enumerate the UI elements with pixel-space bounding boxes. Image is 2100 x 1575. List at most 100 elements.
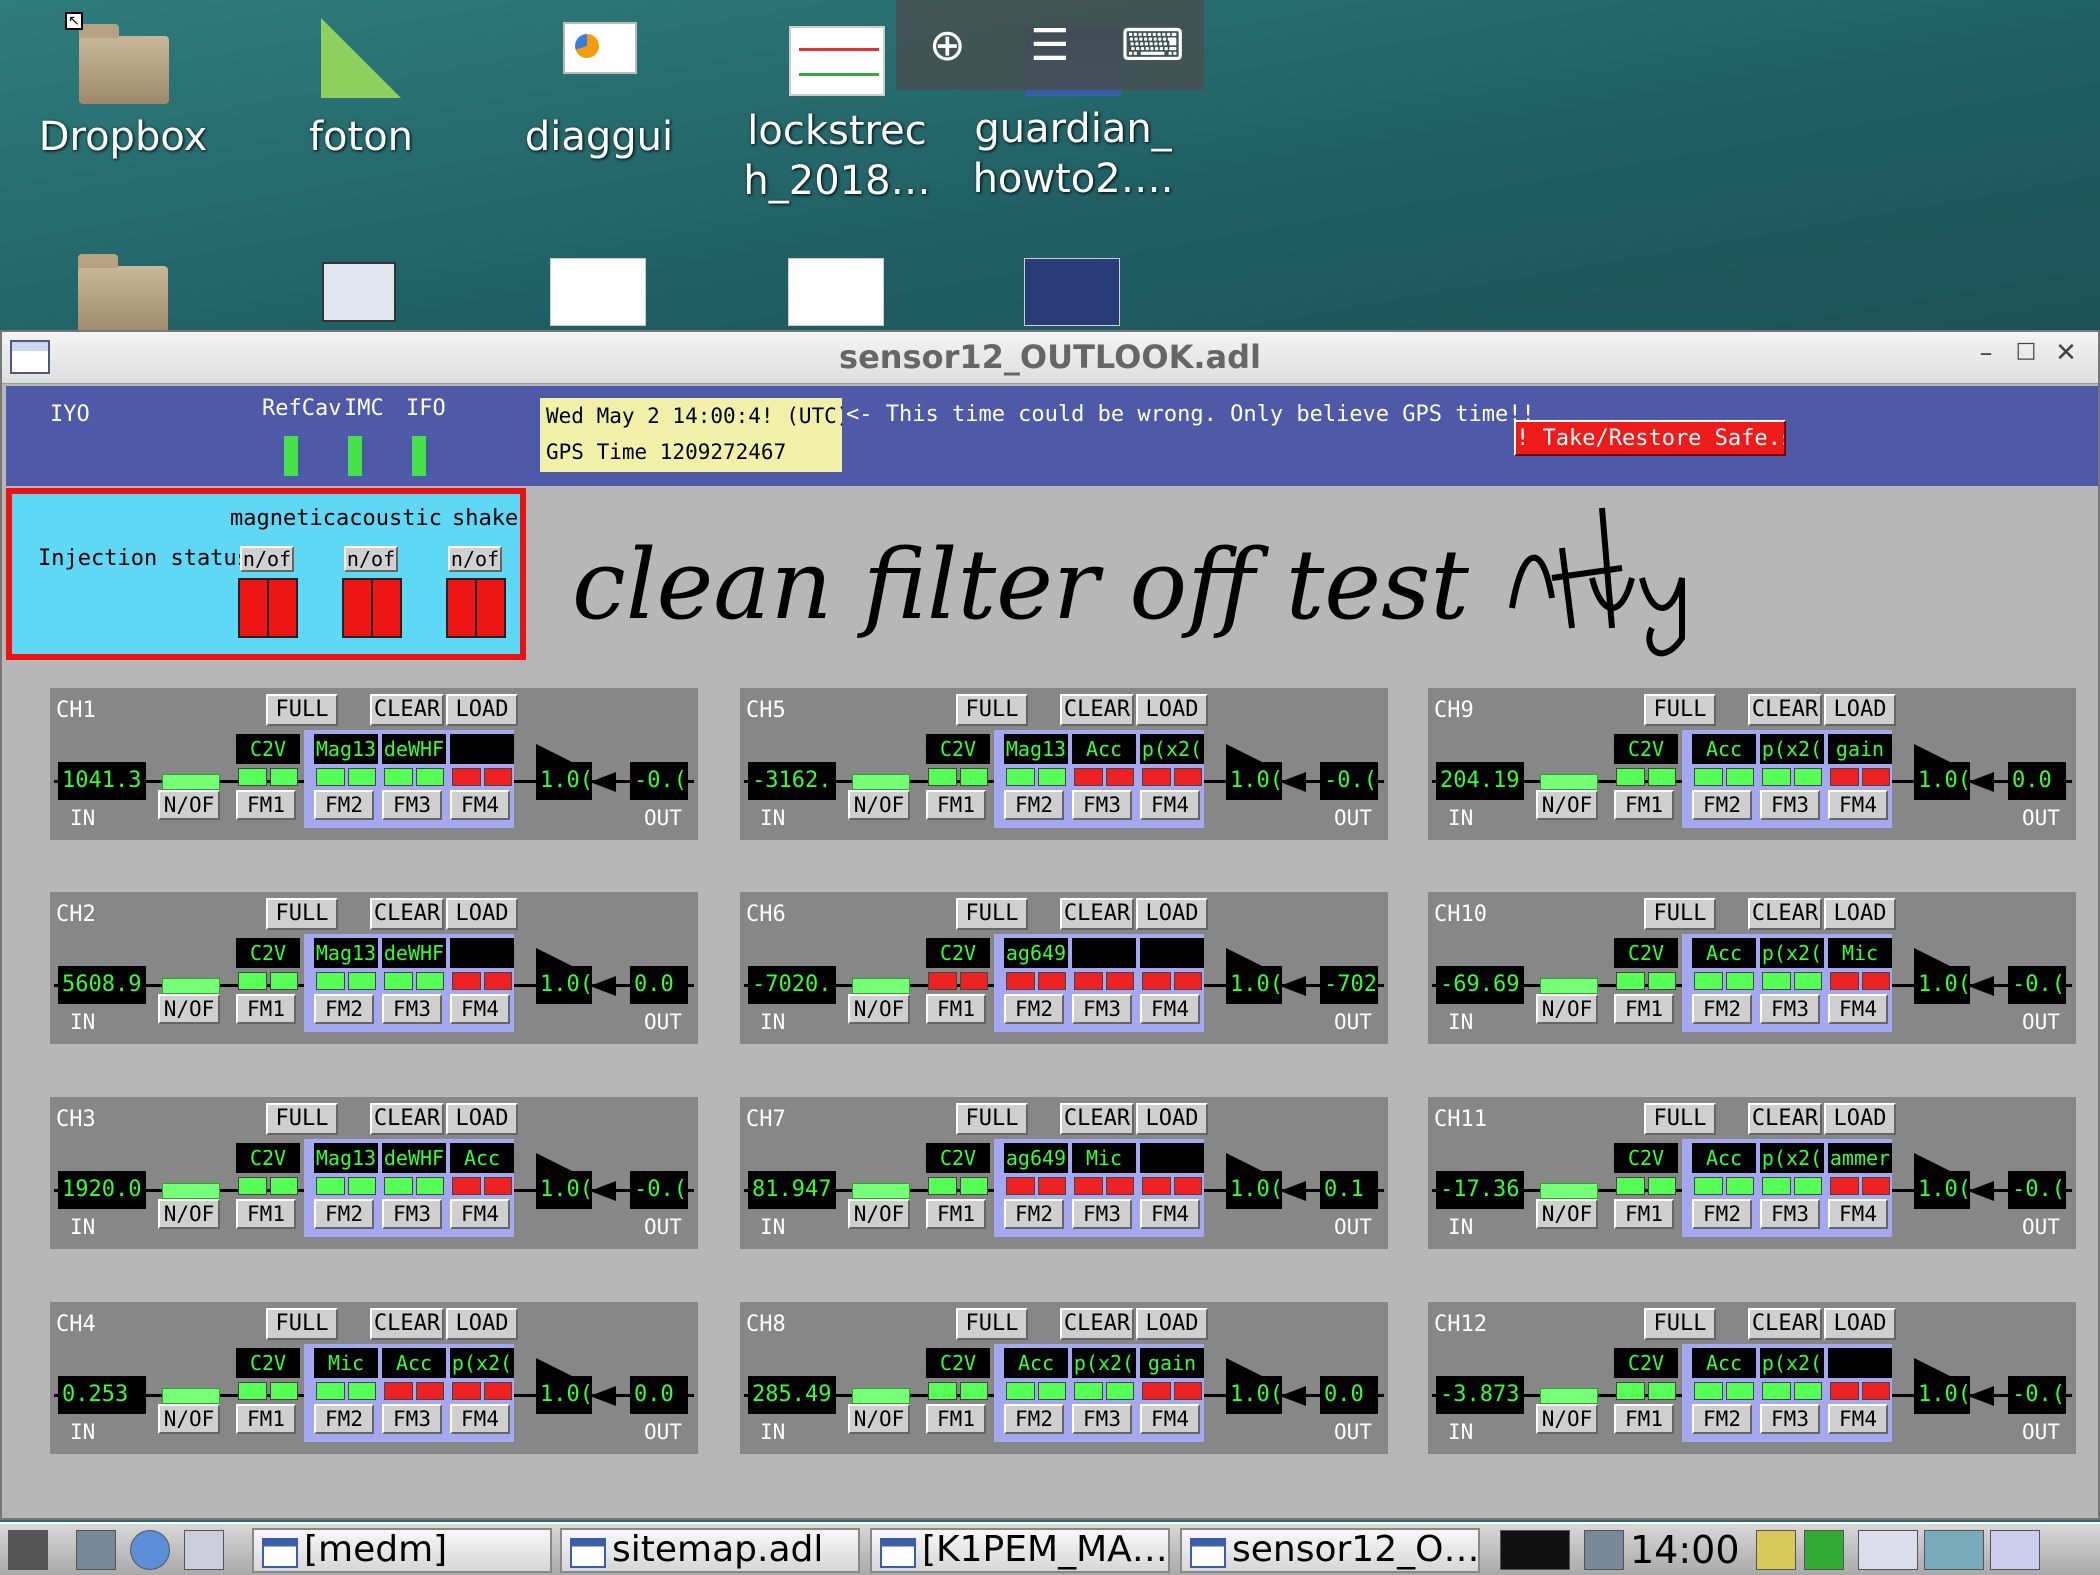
nof-button[interactable]: N/OF (158, 1404, 220, 1434)
taskbar-item-medm[interactable]: [medm] (252, 1528, 552, 1573)
full-button[interactable]: FULL (266, 1103, 338, 1135)
fm1-button[interactable]: FM1 (1614, 1199, 1674, 1229)
fm1-button[interactable]: FM1 (926, 994, 986, 1024)
network-icon[interactable] (1584, 1530, 1624, 1570)
load-button[interactable]: LOAD (446, 694, 518, 726)
window-titlebar[interactable]: sensor12_OUTLOOK.adl – □ ✕ (2, 332, 2098, 384)
full-button[interactable]: FULL (266, 694, 338, 726)
fm1-button[interactable]: FM1 (926, 1404, 986, 1434)
nof-button[interactable]: N/OF (1536, 994, 1598, 1024)
fm1-button[interactable]: FM1 (1614, 1404, 1674, 1434)
full-button[interactable]: FULL (1644, 1308, 1716, 1340)
menu-icon[interactable]: ☰ (1010, 20, 1090, 71)
load-button[interactable]: LOAD (1136, 1103, 1208, 1135)
fm2-button[interactable]: FM2 (1004, 1404, 1064, 1434)
nof-button[interactable]: N/OF (848, 790, 910, 820)
fm1-button[interactable]: FM1 (926, 1199, 986, 1229)
image-thumbnail-icon[interactable] (788, 258, 884, 326)
full-button[interactable]: FULL (956, 1308, 1028, 1340)
nof-button[interactable]: N/OF (158, 994, 220, 1024)
full-button[interactable]: FULL (956, 694, 1028, 726)
file-manager-icon[interactable] (76, 1530, 116, 1570)
full-button[interactable]: FULL (266, 1308, 338, 1340)
fm1-button[interactable]: FM1 (236, 1199, 296, 1229)
shake-nof-button[interactable]: n/of (448, 546, 502, 572)
fm4-button[interactable]: FM4 (1828, 994, 1888, 1024)
load-button[interactable]: LOAD (1824, 898, 1896, 930)
clear-button[interactable]: CLEAR (1748, 694, 1822, 726)
magnetic-nof-button[interactable]: n/of (240, 546, 294, 572)
fm3-button[interactable]: FM3 (1760, 1199, 1820, 1229)
image-thumbnail-icon[interactable] (550, 258, 646, 326)
browser-icon[interactable] (130, 1530, 170, 1570)
clear-button[interactable]: CLEAR (1748, 1103, 1822, 1135)
clear-button[interactable]: CLEAR (1060, 1103, 1134, 1135)
fm4-button[interactable]: FM4 (450, 1199, 510, 1229)
window-app-icon[interactable] (10, 340, 50, 374)
fm4-button[interactable]: FM4 (450, 790, 510, 820)
desktop-icon-dropbox[interactable]: ↖ Dropbox (18, 12, 228, 162)
logout-icon[interactable] (1804, 1530, 1844, 1570)
nof-button[interactable]: N/OF (1536, 790, 1598, 820)
fm3-button[interactable]: FM3 (1760, 1404, 1820, 1434)
desktop-icon[interactable] (184, 1530, 224, 1570)
fm3-button[interactable]: FM3 (1072, 1404, 1132, 1434)
fm2-button[interactable]: FM2 (1692, 994, 1752, 1024)
fm3-button[interactable]: FM3 (382, 790, 442, 820)
fm3-button[interactable]: FM3 (382, 1199, 442, 1229)
load-button[interactable]: LOAD (446, 1308, 518, 1340)
clear-button[interactable]: CLEAR (1748, 1308, 1822, 1340)
load-button[interactable]: LOAD (446, 898, 518, 930)
fm1-button[interactable]: FM1 (1614, 994, 1674, 1024)
folder-icon[interactable] (78, 254, 168, 334)
system-monitor-icon[interactable] (1990, 1530, 2040, 1570)
minimize-icon[interactable]: – (1966, 338, 2006, 368)
fm3-button[interactable]: FM3 (382, 994, 442, 1024)
fm2-button[interactable]: FM2 (1004, 994, 1064, 1024)
fm4-button[interactable]: FM4 (450, 994, 510, 1024)
load-button[interactable]: LOAD (446, 1103, 518, 1135)
clear-button[interactable]: CLEAR (370, 1103, 444, 1135)
fm3-button[interactable]: FM3 (1760, 994, 1820, 1024)
fm2-button[interactable]: FM2 (1692, 790, 1752, 820)
fm2-button[interactable]: FM2 (1004, 1199, 1064, 1229)
fm2-button[interactable]: FM2 (314, 994, 374, 1024)
fm1-button[interactable]: FM1 (926, 790, 986, 820)
fm2-button[interactable]: FM2 (1004, 790, 1064, 820)
fm3-button[interactable]: FM3 (1072, 790, 1132, 820)
nof-button[interactable]: N/OF (848, 994, 910, 1024)
nof-button[interactable]: N/OF (848, 1199, 910, 1229)
notification-icon[interactable] (1756, 1530, 1796, 1570)
workspace-2-icon[interactable] (1924, 1530, 1984, 1570)
full-button[interactable]: FULL (1644, 898, 1716, 930)
load-button[interactable]: LOAD (1824, 1103, 1896, 1135)
load-button[interactable]: LOAD (1824, 694, 1896, 726)
maximize-icon[interactable]: □ (2006, 338, 2046, 363)
fm4-button[interactable]: FM4 (1140, 790, 1200, 820)
fm4-button[interactable]: FM4 (1828, 790, 1888, 820)
clear-button[interactable]: CLEAR (370, 694, 444, 726)
fm2-button[interactable]: FM2 (314, 790, 374, 820)
clear-button[interactable]: CLEAR (1060, 898, 1134, 930)
fm2-button[interactable]: FM2 (1692, 1199, 1752, 1229)
terminal-icon[interactable] (322, 262, 396, 322)
taskbar-item-sensor12[interactable]: sensor12_O… (1180, 1528, 1480, 1573)
fm4-button[interactable]: FM4 (1140, 994, 1200, 1024)
load-button[interactable]: LOAD (1136, 898, 1208, 930)
desktop-icon-foton[interactable]: foton (256, 18, 466, 162)
full-button[interactable]: FULL (1644, 694, 1716, 726)
zoom-icon[interactable]: ⊕ (907, 20, 987, 71)
load-button[interactable]: LOAD (1136, 694, 1208, 726)
fm4-button[interactable]: FM4 (1828, 1199, 1888, 1229)
fm4-button[interactable]: FM4 (1140, 1404, 1200, 1434)
fm1-button[interactable]: FM1 (236, 1404, 296, 1434)
fm2-button[interactable]: FM2 (1692, 1404, 1752, 1434)
fm4-button[interactable]: FM4 (1140, 1199, 1200, 1229)
fm3-button[interactable]: FM3 (1072, 994, 1132, 1024)
take-restore-safe-button[interactable]: ! Take/Restore Safe.s (1514, 420, 1786, 456)
keyboard-icon[interactable]: ⌨ (1113, 20, 1193, 71)
taskbar-item-k1pem[interactable]: [K1PEM_MA… (870, 1528, 1170, 1573)
fm3-button[interactable]: FM3 (1072, 1199, 1132, 1229)
load-button[interactable]: LOAD (1136, 1308, 1208, 1340)
full-button[interactable]: FULL (956, 1103, 1028, 1135)
